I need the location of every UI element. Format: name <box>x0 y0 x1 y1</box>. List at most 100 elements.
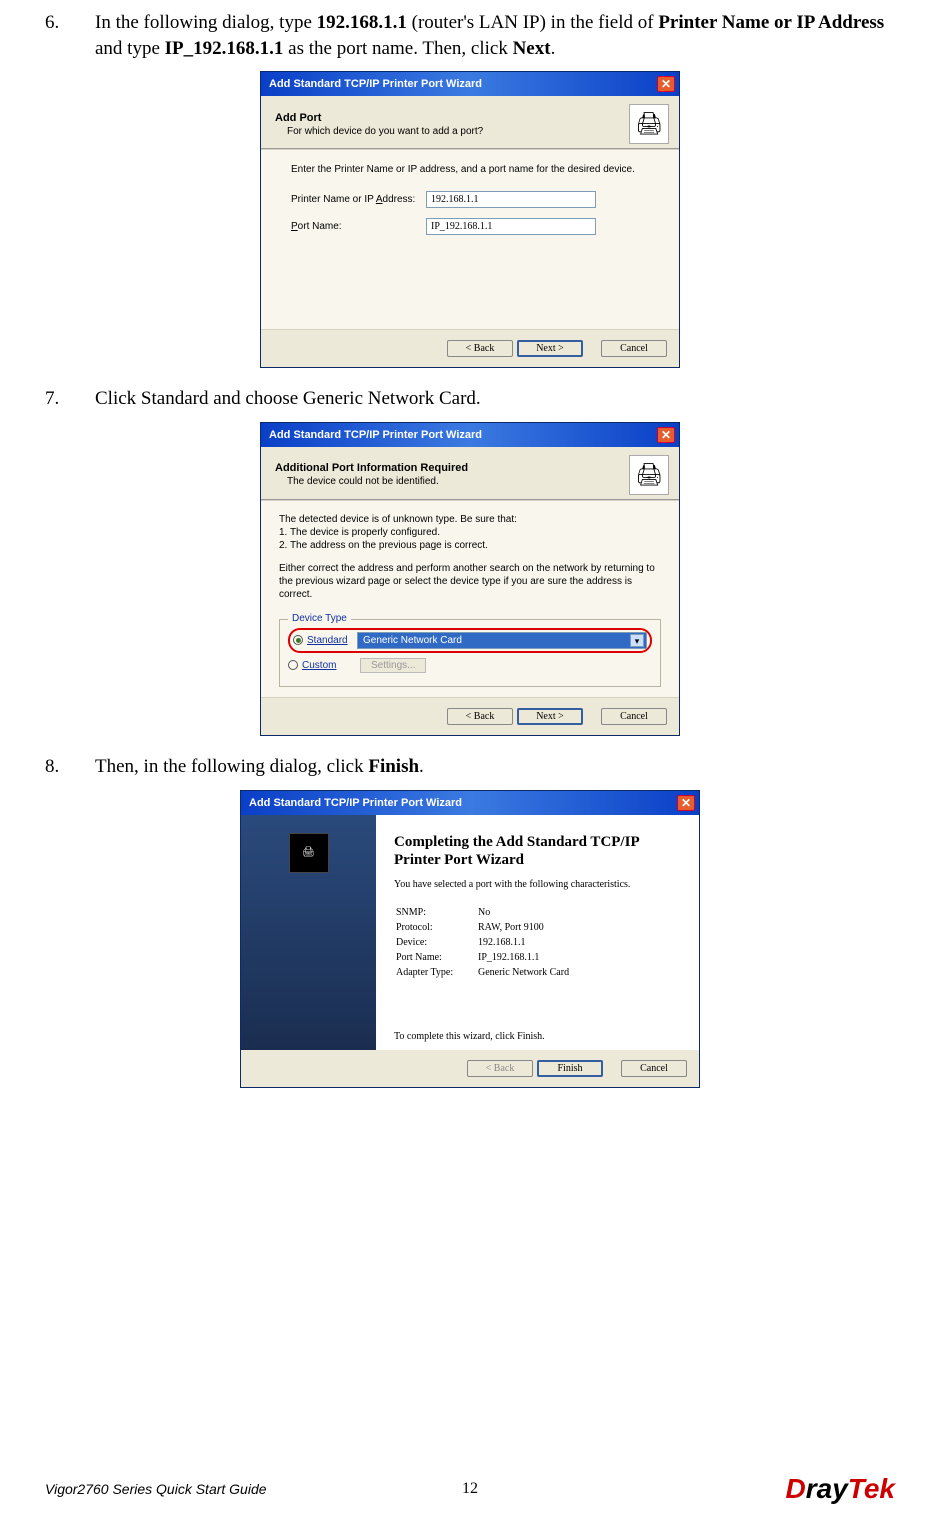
draytek-logo: DrayTek <box>786 1473 896 1505</box>
dialog-header: Add Port For which device do you want to… <box>261 96 679 148</box>
table-row: Device:192.168.1.1 <box>396 936 575 949</box>
cancel-button[interactable]: Cancel <box>601 340 667 357</box>
dialog-finish: Add Standard TCP/IP Printer Port Wizard … <box>240 790 700 1088</box>
cancel-button[interactable]: Cancel <box>601 708 667 725</box>
close-icon[interactable]: ✕ <box>657 76 675 92</box>
close-icon[interactable]: ✕ <box>657 427 675 443</box>
v: No <box>478 906 575 919</box>
figure-2: Add Standard TCP/IP Printer Port Wizard … <box>45 422 895 736</box>
dialog-port-info: Add Standard TCP/IP Printer Port Wizard … <box>260 422 680 736</box>
wizard-sidebar: 🖨 <box>241 815 376 1050</box>
finish-button[interactable]: Finish <box>537 1060 603 1077</box>
titlebar: Add Standard TCP/IP Printer Port Wizard … <box>261 72 679 96</box>
v: Generic Network Card <box>478 966 575 979</box>
table-row: Port Name:IP_192.168.1.1 <box>396 951 575 964</box>
input-port-name[interactable] <box>426 218 596 235</box>
l2: 1. The device is properly configured. <box>279 526 661 539</box>
doc-title: Vigor2760 Series Quick Start Guide <box>45 1481 267 1497</box>
dialog-body: The detected device is of unknown type. … <box>261 500 679 698</box>
step-8-number: 8. <box>45 754 95 780</box>
highlight-ring: Standard Generic Network Card ▾ <box>288 628 652 653</box>
printer-icon: 🖨 <box>289 833 329 873</box>
field-port-name: Port Name: <box>291 218 649 235</box>
step-6: 6. In the following dialog, type 192.168… <box>45 10 895 61</box>
k: Device: <box>396 936 476 949</box>
radio-custom-label: Custom <box>302 660 352 671</box>
device-type-fieldset: Device Type Standard Generic Network Car… <box>279 619 661 687</box>
printer-icon: 🖨 <box>629 104 669 144</box>
dialog-footer: < Back Next > Cancel <box>261 330 679 367</box>
step-6-text: In the following dialog, type 192.168.1.… <box>95 10 895 61</box>
t: . <box>551 38 556 59</box>
step-8-text: Then, in the following dialog, click Fin… <box>95 754 895 780</box>
instruction-text: Enter the Printer Name or IP address, an… <box>291 164 649 175</box>
radio-custom[interactable] <box>288 660 298 670</box>
b: Finish <box>368 756 419 777</box>
l3: 2. The address on the previous page is c… <box>279 539 661 552</box>
v: IP_192.168.1.1 <box>478 951 575 964</box>
close-icon[interactable]: ✕ <box>677 795 695 811</box>
t: In the following dialog, type <box>95 12 317 33</box>
label-port-name: Port Name: <box>291 221 426 232</box>
titlebar: Add Standard TCP/IP Printer Port Wizard … <box>261 423 679 447</box>
input-printer-name[interactable] <box>426 191 596 208</box>
radio-row-custom: Custom Settings... <box>288 658 652 673</box>
dropdown-value: Generic Network Card <box>363 635 462 646</box>
header-subtitle: The device could not be identified. <box>275 476 468 487</box>
next-button[interactable]: Next > <box>517 340 583 357</box>
next-button[interactable]: Next > <box>517 708 583 725</box>
step-7-number: 7. <box>45 386 95 412</box>
back-button[interactable]: < Back <box>447 708 513 725</box>
radio-standard[interactable] <box>293 635 303 645</box>
chevron-down-icon[interactable]: ▾ <box>630 634 644 647</box>
k: Adapter Type: <box>396 966 476 979</box>
step-7: 7. Click Standard and choose Generic Net… <box>45 386 895 412</box>
t: and type <box>95 38 165 59</box>
titlebar: Add Standard TCP/IP Printer Port Wizard … <box>241 791 699 815</box>
k: Protocol: <box>396 921 476 934</box>
dialog-title: Add Standard TCP/IP Printer Port Wizard <box>249 797 462 809</box>
page-number: 12 <box>462 1480 478 1498</box>
device-type-dropdown[interactable]: Generic Network Card ▾ <box>357 632 647 649</box>
label-printer-name: Printer Name or IP Address: <box>291 194 426 205</box>
step-8: 8. Then, in the following dialog, click … <box>45 754 895 780</box>
table-row: Protocol:RAW, Port 9100 <box>396 921 575 934</box>
t: (router's LAN IP) in the field of <box>407 12 658 33</box>
header-title: Additional Port Information Required <box>275 462 468 474</box>
dialog-title: Add Standard TCP/IP Printer Port Wizard <box>269 429 482 441</box>
dialog-footer: < Back Next > Cancel <box>261 698 679 735</box>
port-summary-table: SNMP:No Protocol:RAW, Port 9100 Device:1… <box>394 904 577 981</box>
finish-desc: You have selected a port with the follow… <box>394 879 681 890</box>
step-6-number: 6. <box>45 10 95 61</box>
header-title: Add Port <box>275 112 483 124</box>
dialog-footer: < Back Finish Cancel <box>241 1050 699 1087</box>
printer-icon: 🖨 <box>629 455 669 495</box>
dialog-header: Additional Port Information Required The… <box>261 447 679 499</box>
b: Printer Name or IP Address <box>658 12 884 33</box>
radio-row-standard: Standard Generic Network Card ▾ <box>293 632 647 649</box>
body-text: The detected device is of unknown type. … <box>279 513 661 552</box>
finish-complete-text: To complete this wizard, click Finish. <box>394 1031 681 1042</box>
t: as the port name. Then, click <box>283 38 512 59</box>
back-button[interactable]: < Back <box>447 340 513 357</box>
k: Port Name: <box>396 951 476 964</box>
header-subtitle: For which device do you want to add a po… <box>275 126 483 137</box>
dialog-title: Add Standard TCP/IP Printer Port Wizard <box>269 78 482 90</box>
radio-standard-label: Standard <box>307 635 357 646</box>
v: 192.168.1.1 <box>478 936 575 949</box>
fieldset-legend: Device Type <box>288 613 351 624</box>
step-7-text: Click Standard and choose Generic Networ… <box>95 386 895 412</box>
body-para2: Either correct the address and perform a… <box>279 562 661 601</box>
figure-3: Add Standard TCP/IP Printer Port Wizard … <box>45 790 895 1088</box>
cancel-button[interactable]: Cancel <box>621 1060 687 1077</box>
k: SNMP: <box>396 906 476 919</box>
dialog-body: Enter the Printer Name or IP address, an… <box>261 149 679 330</box>
table-row: SNMP:No <box>396 906 575 919</box>
b: 192.168.1.1 <box>317 12 407 33</box>
t: Then, in the following dialog, click <box>95 756 368 777</box>
finish-title: Completing the Add Standard TCP/IP Print… <box>394 833 681 869</box>
l1: The detected device is of unknown type. … <box>279 513 661 526</box>
field-printer-name: Printer Name or IP Address: <box>291 191 649 208</box>
b: Next <box>513 38 551 59</box>
dialog-add-port: Add Standard TCP/IP Printer Port Wizard … <box>260 71 680 368</box>
